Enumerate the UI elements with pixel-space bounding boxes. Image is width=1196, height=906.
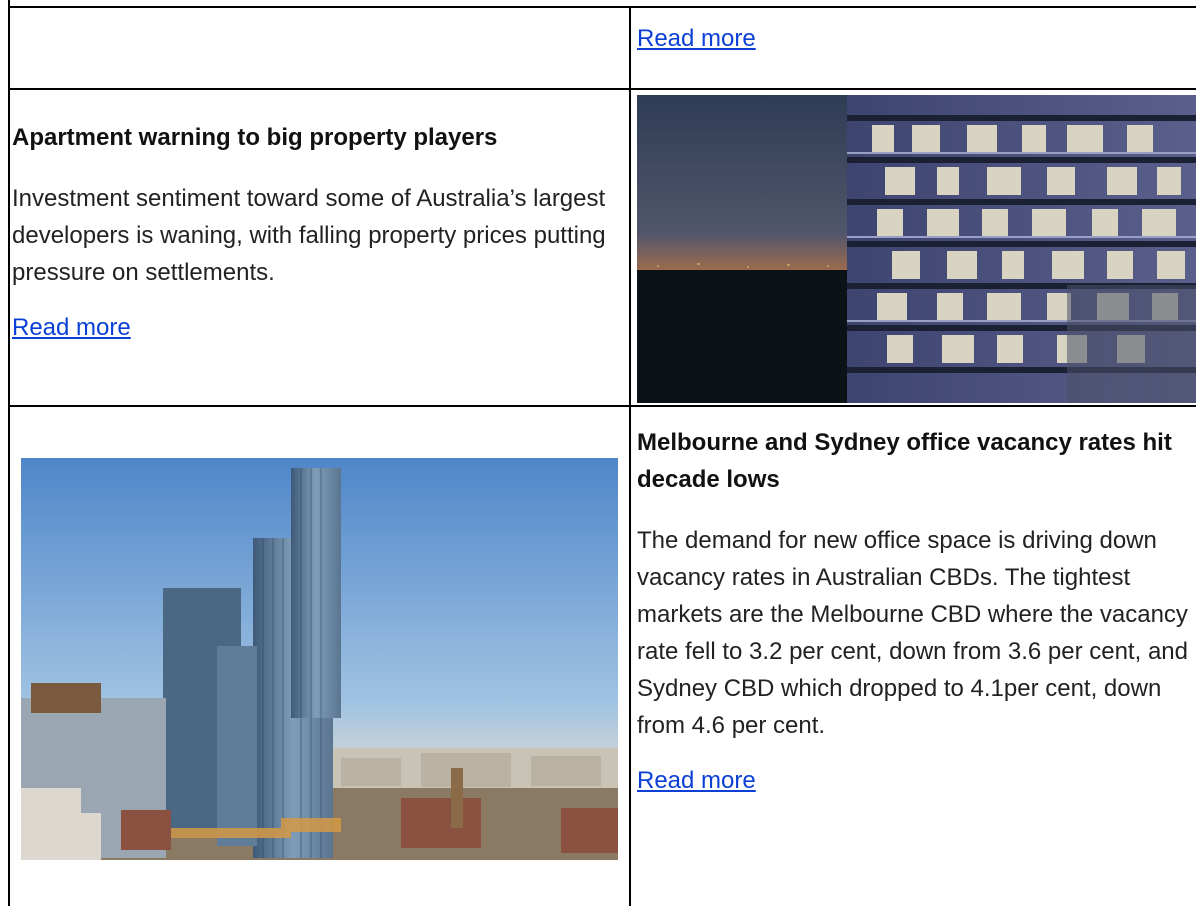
table-column-divider [629, 6, 631, 906]
newsletter-table: Read more Apartment warning to big prope… [0, 0, 1196, 906]
read-more-link[interactable]: Read more [637, 25, 756, 52]
row1-right-cell: Read more [637, 24, 1196, 64]
row-divider-1 [8, 88, 1196, 90]
table-border-left [8, 0, 10, 906]
article-summary: Investment sentiment toward some of Aust… [12, 185, 606, 286]
row1-left-cell [10, 8, 629, 88]
night-apartment-tower-image[interactable] [637, 95, 1196, 403]
article-title: Melbourne and Sydney office vacancy rate… [637, 429, 1172, 493]
read-more-link[interactable]: Read more [12, 314, 131, 341]
row2-text-cell: Apartment warning to big property player… [12, 119, 626, 343]
article-title: Apartment warning to big property player… [12, 124, 498, 151]
article-summary: The demand for new office space is drivi… [637, 527, 1188, 739]
read-more-link[interactable]: Read more [637, 767, 756, 794]
row3-text-cell: Melbourne and Sydney office vacancy rate… [637, 424, 1193, 796]
row-divider-2 [8, 405, 1196, 407]
city-skyline-towers-image[interactable] [21, 458, 618, 860]
